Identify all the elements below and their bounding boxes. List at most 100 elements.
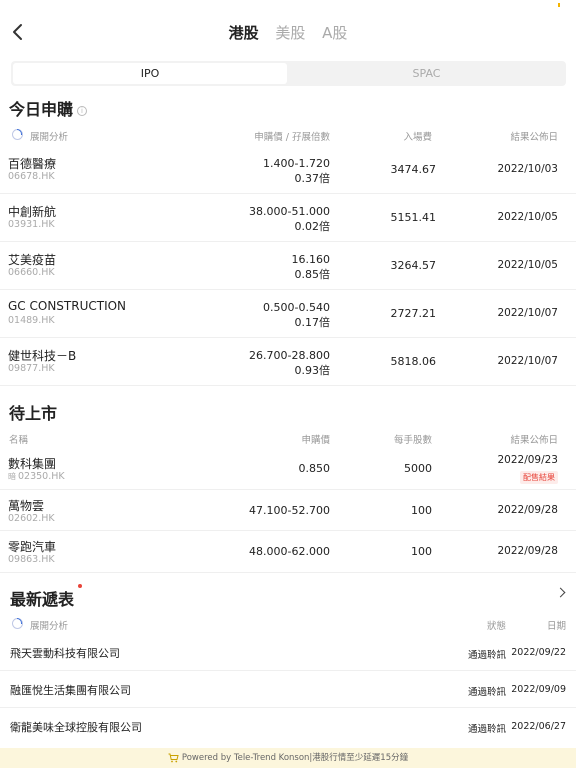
subscription-price: 1.400-1.720: [263, 157, 330, 170]
stock-code: 02602.HK: [8, 513, 55, 524]
result-date: 2022/09/28: [497, 545, 558, 557]
result-date: 2022/10/05: [497, 259, 558, 271]
stock-code: 06678.HK: [8, 171, 55, 182]
subscription-price: 47.100-52.700: [249, 504, 330, 517]
list-item[interactable]: 衛龍美味全球控股有限公司 通過聆訊 2022/06/27: [0, 708, 576, 745]
margin-multiple: 0.02倍: [294, 220, 331, 233]
result-date: 2022/10/05: [497, 211, 558, 223]
subscription-price: 16.160: [291, 253, 331, 266]
subscription-price: 38.000-51.000: [249, 205, 330, 218]
market-tabs: 港股 美股 A股: [0, 22, 576, 43]
filings-column-header: 展開分析 狀態 日期: [0, 615, 576, 635]
entry-fee: 5151.41: [390, 211, 437, 224]
stock-code: 03931.HK: [8, 219, 55, 230]
margin-multiple: 0.17倍: [294, 316, 331, 329]
grey-market-tag: 暗: [8, 472, 16, 481]
entry-fee: 2727.21: [390, 307, 437, 320]
company-name: 融匯悅生活集團有限公司: [10, 684, 131, 697]
top-header: 港股 美股 A股: [0, 0, 576, 62]
margin-multiple: 0.93倍: [294, 364, 331, 377]
stock-name: 數科集團: [8, 457, 57, 471]
filing-date: 2022/09/09: [511, 684, 566, 695]
table-row[interactable]: 百德醫療 06678.HK 1.400-1.720 0.37倍 3474.67 …: [0, 146, 576, 194]
info-icon[interactable]: i: [77, 105, 88, 116]
tab-a[interactable]: A股: [322, 22, 347, 43]
today-title-text: 今日申購: [9, 100, 74, 119]
table-row[interactable]: 萬物雲 02602.HK 47.100-52.700 100 2022/09/2…: [0, 490, 576, 531]
chevron-right-icon[interactable]: [555, 587, 566, 598]
table-row[interactable]: 中創新航 03931.HK 38.000-51.000 0.02倍 5151.4…: [0, 194, 576, 242]
cart-icon: [168, 753, 179, 762]
col-entry-fee: 入場費: [403, 132, 432, 143]
section-title-pending: 待上市: [9, 404, 58, 423]
filing-status: 通過聆訊: [468, 687, 507, 698]
lot-size: 100: [411, 504, 432, 517]
footer-banner: Powered by Tele-Trend Konson|港股行情至少延遲15分…: [0, 748, 576, 768]
subscription-price: 48.000-62.000: [249, 545, 330, 558]
col-lot-size: 每手股數: [393, 435, 432, 446]
stock-code: 09877.HK: [8, 363, 55, 374]
stock-code: 02350.HK: [18, 471, 65, 482]
table-row[interactable]: 零跑汽車 09863.HK 48.000-62.000 100 2022/09/…: [0, 531, 576, 573]
expand-analysis-label[interactable]: 展開分析: [30, 129, 68, 143]
filing-date: 2022/06/27: [511, 721, 566, 732]
col-name: 名稱: [9, 435, 29, 446]
expand-analysis-icon[interactable]: [12, 129, 23, 140]
stock-code-wrap: 暗 02350.HK: [8, 471, 65, 482]
result-date: 2022/09/23: [497, 454, 558, 466]
tab-us[interactable]: 美股: [275, 22, 305, 43]
stock-code: 01489.HK: [8, 315, 55, 326]
stock-name: 零跑汽車: [8, 540, 57, 554]
entry-fee: 5818.06: [390, 355, 437, 368]
list-item[interactable]: 融匯悅生活集團有限公司 通過聆訊 2022/09/09: [0, 671, 576, 708]
stock-name: 艾美疫苗: [8, 253, 57, 267]
stock-code: 06660.HK: [8, 267, 55, 278]
margin-multiple: 0.85倍: [294, 268, 331, 281]
company-name: 衛龍美味全球控股有限公司: [10, 721, 142, 734]
segment-ipo[interactable]: IPO: [13, 63, 287, 84]
result-date: 2022/09/28: [497, 504, 558, 516]
stock-name: 中創新航: [8, 205, 57, 219]
table-row[interactable]: 健世科技－B 09877.HK 26.700-28.800 0.93倍 5818…: [0, 338, 576, 386]
col-price-multiple: 申購價 / 孖展倍數: [254, 132, 330, 143]
section-title-filings[interactable]: 最新遞表: [10, 586, 74, 610]
col-date: 日期: [546, 621, 566, 632]
stock-name: 健世科技－B: [8, 349, 77, 363]
margin-multiple: 0.37倍: [294, 172, 331, 185]
filing-status: 通過聆訊: [468, 724, 507, 735]
table-row[interactable]: 數科集團 暗 02350.HK 0.850 5000 2022/09/23 配售結…: [0, 448, 576, 490]
list-item[interactable]: 飛天雲動科技有限公司 通過聆訊 2022/09/22: [0, 634, 576, 671]
section-title-today: 今日申購 i: [9, 96, 88, 120]
ipo-spac-segment: IPO SPAC: [11, 61, 566, 86]
pending-column-header: 名稱 申購價 每手股數 結果公佈日: [0, 429, 576, 449]
subscription-price: 0.850: [298, 462, 331, 475]
subscription-price: 0.500-0.540: [263, 301, 330, 314]
stock-name: 萬物雲: [8, 499, 45, 513]
filing-status: 通過聆訊: [468, 650, 507, 661]
col-status: 狀態: [486, 621, 506, 632]
stock-code: 09863.HK: [8, 554, 55, 565]
segment-spac[interactable]: SPAC: [289, 63, 564, 84]
result-date: 2022/10/07: [497, 307, 558, 319]
table-row[interactable]: GC CONSTRUCTION 01489.HK 0.500-0.540 0.1…: [0, 290, 576, 338]
footer-text: Powered by Tele-Trend Konson|港股行情至少延遲15分…: [181, 753, 409, 763]
status-indicator: [558, 3, 560, 7]
stock-name: GC CONSTRUCTION: [8, 299, 127, 313]
col-subscription-price: 申購價: [301, 435, 330, 446]
new-indicator-dot: [78, 584, 82, 588]
result-date: 2022/10/07: [497, 355, 558, 367]
allotment-result-badge[interactable]: 配售結果: [520, 471, 558, 484]
subscription-price: 26.700-28.800: [249, 349, 330, 362]
expand-analysis-icon[interactable]: [12, 618, 23, 629]
col-result-date: 結果公佈日: [510, 132, 558, 143]
expand-analysis-label[interactable]: 展開分析: [30, 618, 68, 632]
entry-fee: 3474.67: [390, 163, 437, 176]
lot-size: 5000: [404, 462, 432, 475]
table-row[interactable]: 艾美疫苗 06660.HK 16.160 0.85倍 3264.57 2022/…: [0, 242, 576, 290]
lot-size: 100: [411, 545, 432, 558]
today-column-header: 展開分析 申購價 / 孖展倍數 入場費 結果公佈日: [0, 126, 576, 146]
company-name: 飛天雲動科技有限公司: [10, 647, 120, 660]
filing-date: 2022/09/22: [511, 647, 566, 658]
tab-hk[interactable]: 港股: [229, 22, 259, 43]
entry-fee: 3264.57: [390, 259, 437, 272]
